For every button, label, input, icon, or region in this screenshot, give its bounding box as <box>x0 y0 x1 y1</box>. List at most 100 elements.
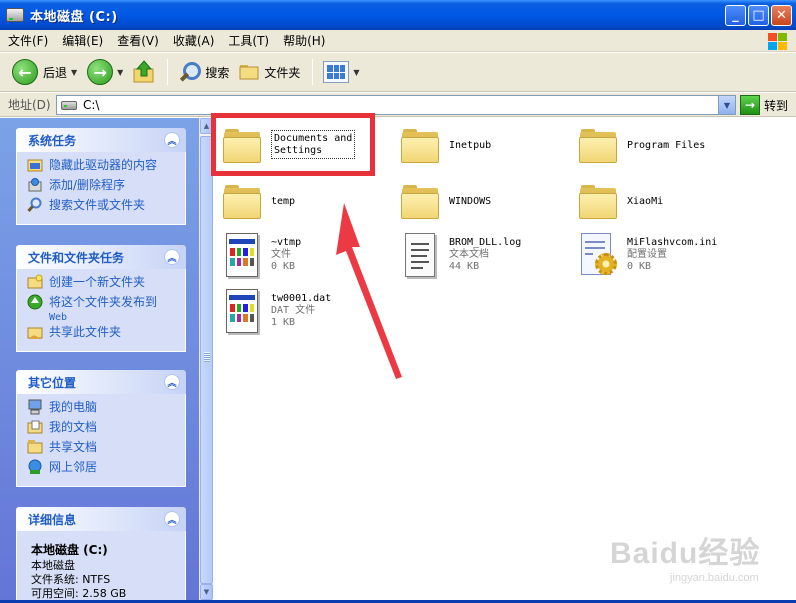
other-places-box: 其它位置 ︽ 我的电脑 我的文档 共享文档 网上邻居 <box>16 370 186 487</box>
address-bar: 地址(D) C:\ ▼ → 转到 <box>0 93 796 117</box>
details-header[interactable]: 详细信息 ︽ <box>16 507 186 531</box>
other-places-header[interactable]: 其它位置 ︽ <box>16 370 186 394</box>
system-tasks-box: 系统任务 ︽ 隐藏此驱动器的内容 添加/删除程序 搜索文件或文件夹 <box>16 128 186 225</box>
folder-icon <box>401 128 439 164</box>
folder-label: Program Files <box>627 140 706 151</box>
file-label: BROM_DLL.log 文本文档 44 KB <box>449 237 522 272</box>
chevron-down-icon[interactable]: ▼ <box>117 68 123 77</box>
details-body: 本地磁盘 (C:) 本地磁盘 文件系统: NTFS 可用空间: 2.58 GB <box>16 531 186 603</box>
address-value: C:\ <box>83 98 100 112</box>
shared-documents-icon <box>27 440 43 454</box>
folder-temp[interactable]: temp <box>223 184 295 220</box>
toolbar: ← 后退 ▼ → ▼ 搜索 文件夹 ▼ <box>0 53 796 92</box>
minimize-button[interactable]: _ <box>725 5 746 26</box>
folder-label: WINDOWS <box>449 196 492 207</box>
menu-file[interactable]: 文件(F) <box>8 32 48 49</box>
menu-help[interactable]: 帮助(H) <box>283 32 325 49</box>
annotation-arrow <box>336 203 402 379</box>
publish-web-icon <box>27 294 43 310</box>
task-add-remove-programs[interactable]: 添加/删除程序 <box>27 178 185 198</box>
chevron-up-icon[interactable]: ︽ <box>164 374 180 390</box>
share-folder-icon <box>27 327 43 339</box>
address-input[interactable]: C:\ ▼ <box>56 95 736 115</box>
file-label: ~vtmp 文件 0 KB <box>271 237 302 272</box>
back-button[interactable]: ← 后退 ▼ <box>8 56 81 88</box>
details-title: 详细信息 <box>28 512 77 527</box>
details-box: 详细信息 ︽ 本地磁盘 (C:) 本地磁盘 文件系统: NTFS 可用空间: 2… <box>16 507 186 603</box>
task-label: 共享此文件夹 <box>49 325 122 339</box>
details-drive-kind: 本地磁盘 <box>31 559 75 572</box>
details-file-system: 文件系统: NTFS <box>31 573 111 586</box>
folder-program-files[interactable]: Program Files <box>579 128 705 164</box>
config-file-icon <box>579 233 617 279</box>
search-button[interactable]: 搜索 <box>174 56 233 88</box>
close-button[interactable]: ✕ <box>771 5 792 26</box>
chevron-down-icon[interactable]: ▼ <box>353 68 359 77</box>
views-button[interactable]: ▼ <box>319 56 363 88</box>
windows-logo-icon <box>766 32 788 50</box>
maximize-button[interactable]: □ <box>748 5 769 26</box>
place-my-computer[interactable]: 我的电脑 <box>27 399 185 420</box>
folders-button[interactable]: 文件夹 <box>235 56 304 88</box>
task-pane-scrollbar[interactable]: ▲ ▼ <box>199 118 213 600</box>
file-label: tw0001.dat DAT 文件 1 KB <box>271 293 332 328</box>
up-button[interactable] <box>129 56 159 88</box>
my-computer-icon <box>28 399 42 415</box>
task-new-folder[interactable]: 创建一个新文件夹 <box>27 274 185 295</box>
go-arrow-icon: → <box>740 95 760 115</box>
task-search-files[interactable]: 搜索文件或文件夹 <box>27 197 185 218</box>
network-icon <box>28 459 42 474</box>
file-miflashvcom-ini[interactable]: MiFlashvcom.ini 配置设置 0 KB <box>579 233 717 279</box>
folder-label: XiaoMi <box>627 196 664 207</box>
system-tasks-header[interactable]: 系统任务 ︽ <box>16 128 186 152</box>
task-label: 添加/删除程序 <box>49 178 126 192</box>
back-arrow-icon: ← <box>12 59 38 85</box>
forward-button[interactable]: → ▼ <box>83 56 127 88</box>
chevron-down-icon[interactable]: ▼ <box>71 68 77 77</box>
my-documents-icon <box>27 420 43 434</box>
menu-view[interactable]: 查看(V) <box>117 32 159 49</box>
file-tasks-box: 文件和文件夹任务 ︽ 创建一个新文件夹 将这个文件夹发布到 Web 共享此文件夹 <box>16 245 186 352</box>
maximize-icon: □ <box>752 8 765 23</box>
menu-bar: 文件(F) 编辑(E) 查看(V) 收藏(A) 工具(T) 帮助(H) <box>0 30 796 52</box>
place-shared-documents[interactable]: 共享文档 <box>27 440 185 460</box>
file-tasks-header[interactable]: 文件和文件夹任务 ︽ <box>16 245 186 269</box>
chevron-up-icon[interactable]: ︽ <box>164 132 180 148</box>
watermark-sub: jingyan.baidu.com <box>670 572 759 584</box>
watermark: Baidu经验 jingyan.baidu.com <box>610 528 796 598</box>
title-bar[interactable]: 本地磁盘 (C:) _ □ ✕ <box>0 0 796 30</box>
file-tw0001-dat[interactable]: tw0001.dat DAT 文件 1 KB <box>223 289 331 335</box>
menu-tools[interactable]: 工具(T) <box>228 32 269 49</box>
toolbar-separator <box>312 59 314 85</box>
menu-favorites[interactable]: 收藏(A) <box>173 32 215 49</box>
file-brom-dll-log[interactable]: BROM_DLL.log 文本文档 44 KB <box>401 233 521 279</box>
task-hide-drive-contents[interactable]: 隐藏此驱动器的内容 <box>27 158 185 178</box>
menu-edit[interactable]: 编辑(E) <box>62 32 103 49</box>
file-vtmp[interactable]: ~vtmp 文件 0 KB <box>223 233 301 279</box>
chevron-up-icon[interactable]: ︽ <box>164 249 180 265</box>
file-label: MiFlashvcom.ini 配置设置 0 KB <box>627 237 718 272</box>
search-icon <box>27 197 42 212</box>
place-label: 我的电脑 <box>49 400 98 414</box>
place-my-documents[interactable]: 我的文档 <box>27 420 185 440</box>
minimize-icon: _ <box>732 8 739 23</box>
folder-windows[interactable]: WINDOWS <box>401 184 491 220</box>
folder-inetpub[interactable]: Inetpub <box>401 128 491 164</box>
task-label: 隐藏此驱动器的内容 <box>49 158 158 172</box>
task-share-folder[interactable]: 共享此文件夹 <box>27 325 185 345</box>
folders-label: 文件夹 <box>264 65 301 80</box>
place-network[interactable]: 网上邻居 <box>27 459 185 480</box>
address-dropdown-button[interactable]: ▼ <box>718 96 735 114</box>
folder-xiaomi[interactable]: XiaoMi <box>579 184 663 220</box>
go-button[interactable]: → 转到 <box>740 95 788 115</box>
window-controls: _ □ ✕ <box>725 5 792 26</box>
gear-icon <box>595 253 617 275</box>
scroll-thumb[interactable] <box>200 136 213 584</box>
chevron-up-icon[interactable]: ︽ <box>164 511 180 527</box>
task-publish-folder-web[interactable]: 将这个文件夹发布到 Web <box>27 294 185 325</box>
drive-icon <box>6 8 24 22</box>
new-folder-icon <box>27 274 43 289</box>
scroll-down-button[interactable]: ▼ <box>200 584 213 600</box>
folder-label: Inetpub <box>449 140 492 151</box>
place-label: 共享文档 <box>49 440 98 454</box>
